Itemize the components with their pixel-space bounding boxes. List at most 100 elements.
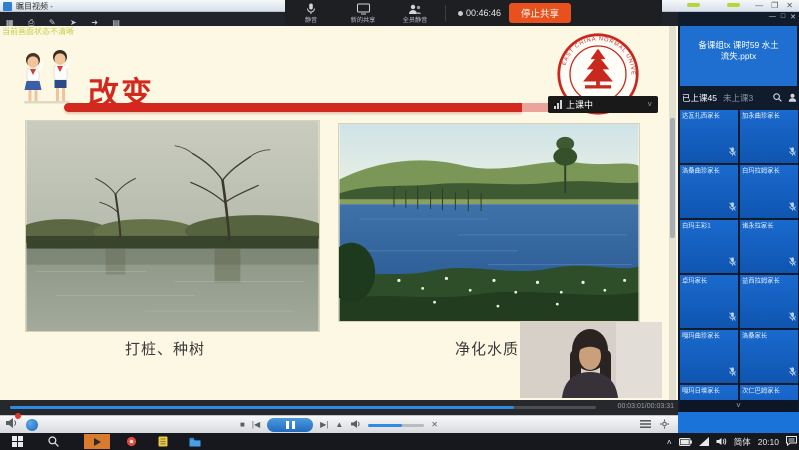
seek-progress (10, 406, 514, 409)
app-blue-icon[interactable] (26, 419, 38, 431)
share-timer: 00:46:46 (458, 8, 501, 18)
mic-icon (285, 2, 337, 14)
participant-tile[interactable]: 洛桑曲珍家长 (680, 165, 738, 218)
participant-tile[interactable]: 嘎玛日增家长 (680, 385, 738, 400)
maximize-button[interactable]: ❐ (771, 0, 778, 11)
participant-grid: 达瓦扎西家长 加永曲珍家长 洛桑曲珍家长 白玛拉姆家长 (680, 110, 799, 400)
mic-muted-icon (789, 363, 796, 381)
taskbar-app-player[interactable] (84, 434, 110, 449)
mute-all-button[interactable]: 全员静音 (389, 2, 441, 24)
scroll-more-button[interactable]: ˅ (680, 400, 797, 412)
participants-panel: — □ ✕ 备课组tx 课时59 水土 流失.pptx 已上课45 未上课3 达… (678, 12, 799, 433)
participant-name: 次仁巴姆家长 (742, 386, 780, 395)
mic-muted-icon (729, 143, 736, 161)
notification-dash-icon (687, 3, 700, 7)
timer-dot-icon (458, 11, 463, 16)
participants-header: 已上课45 未上课3 (682, 90, 797, 106)
taskbar-file-explorer[interactable] (182, 434, 208, 449)
participant-name: 益西拉姆家长 (742, 276, 780, 285)
slide-scrollbar-thumb[interactable] (670, 118, 675, 238)
mic-muted-icon (729, 308, 736, 326)
taskbar-clock[interactable]: 20:10 (758, 437, 779, 447)
participant-name: 白玛拉姆家长 (742, 166, 780, 175)
volume-icon[interactable] (350, 416, 361, 434)
in-class-tab[interactable]: 已上课45 (682, 92, 717, 104)
app-icon (3, 2, 12, 11)
stop-button[interactable]: ■ (240, 417, 245, 433)
share-toolbar: 静音 新的共享 全员静音 00:46:46 停止共享 (285, 0, 662, 26)
participant-name: 嘎玛曲珍家长 (682, 331, 720, 340)
taskbar-app-red[interactable] (118, 434, 144, 449)
participant-tile[interactable]: 白玛拉姆家长 (740, 165, 798, 218)
participant-tile[interactable]: 益西拉姆家长 (740, 275, 798, 328)
title-ribbon (64, 103, 522, 112)
participant-tile[interactable]: 嘎玛曲珍家长 (680, 330, 738, 383)
presenter-webcam[interactable] (520, 322, 662, 398)
windows-taskbar: ˄ 简体 20:10 (0, 433, 799, 450)
tray-volume-icon[interactable] (716, 433, 727, 450)
participant-name: 达瓦扎西家长 (682, 111, 720, 120)
member-icon[interactable] (788, 89, 797, 107)
participant-name: 白玛王彩1 (682, 221, 711, 230)
mic-muted-icon (789, 143, 796, 161)
mic-muted-icon (789, 253, 796, 271)
participant-name: 卓玛家长 (682, 276, 707, 285)
eject-button[interactable]: ▲ (335, 417, 343, 433)
pause-button[interactable] (267, 418, 313, 432)
participant-tile[interactable]: 诸永拉家长 (740, 220, 798, 273)
quality-notice: 当前画面状态不清晰 (2, 26, 74, 37)
fullscreen-button[interactable]: ✕ (431, 417, 438, 433)
class-status-pill[interactable]: 上课中 ˅ (548, 96, 658, 113)
search-icon[interactable] (773, 89, 782, 107)
shared-doc-tile[interactable]: 备课组tx 课时59 水土 流失.pptx (680, 26, 797, 86)
panel-maximize-button[interactable]: □ (781, 13, 785, 21)
playback-time: 00:03:01/00:03:31 (618, 403, 674, 410)
tray-chevron-icon[interactable]: ˄ (667, 437, 672, 447)
seek-bar[interactable] (10, 406, 596, 409)
volume-slider[interactable] (368, 424, 424, 427)
taskbar-search-icon[interactable] (40, 434, 66, 449)
slide-canvas: 当前画面状态不清晰 改变 (0, 26, 678, 400)
player-control-bar: ■ |◀ ▶| ▲ ✕ (0, 415, 678, 433)
participant-tile[interactable]: 卓玛家长 (680, 275, 738, 328)
class-status-label: 上课中 (566, 98, 643, 111)
next-button[interactable]: ▶| (320, 417, 328, 433)
participant-tile[interactable]: 达瓦扎西家长 (680, 110, 738, 163)
network-icon[interactable] (699, 433, 709, 450)
battery-icon[interactable] (679, 433, 692, 450)
toolbar-divider (445, 5, 446, 21)
participant-name: 诸永拉家长 (742, 221, 774, 230)
participant-name: 加永曲珍家长 (742, 111, 780, 120)
action-center-icon[interactable] (786, 433, 797, 450)
photo-river-trees (25, 120, 320, 332)
participant-tile[interactable]: 次仁巴姆家长 (740, 385, 798, 400)
previous-button[interactable]: |◀ (252, 417, 260, 433)
new-share-button[interactable]: 新的共享 (337, 2, 389, 24)
playlist-icon[interactable] (640, 416, 651, 434)
seek-bar-row: 00:03:01/00:03:31 (0, 400, 678, 415)
participant-tile[interactable]: 洛桑家长 (740, 330, 798, 383)
panel-minimize-button[interactable]: — (769, 13, 776, 21)
close-button[interactable]: ✕ (786, 0, 793, 11)
minimize-button[interactable]: — (755, 0, 763, 11)
caption-left: 打桩、种树 (80, 338, 250, 359)
students-illustration (16, 48, 82, 104)
mic-muted-icon (729, 363, 736, 381)
start-button[interactable] (4, 434, 30, 449)
window-title: 瞩目视频 - (16, 1, 53, 12)
participant-name: 洛桑家长 (742, 331, 767, 340)
settings-icon[interactable] (659, 416, 670, 434)
audio-device-icon[interactable] (5, 416, 18, 434)
title-ribbon-end (522, 103, 548, 112)
photo-lake-wetland (338, 123, 640, 322)
screen: 瞩目视频 - — ❐ ✕ ▦ ⎙ ✎ ➤ ➜ ▤ 静音 新的共享 (0, 0, 799, 450)
panel-close-button[interactable]: ✕ (790, 13, 796, 21)
mute-button[interactable]: 静音 (285, 2, 337, 24)
participant-tile[interactable]: 白玛王彩1 (680, 220, 738, 273)
taskbar-app-notes[interactable] (150, 434, 176, 449)
ime-indicator[interactable]: 简体 (734, 436, 751, 448)
signal-bars-icon (554, 100, 562, 109)
participant-tile[interactable]: 加永曲珍家长 (740, 110, 798, 163)
stop-share-button[interactable]: 停止共享 (509, 3, 571, 23)
not-in-class-tab[interactable]: 未上课3 (723, 92, 767, 104)
